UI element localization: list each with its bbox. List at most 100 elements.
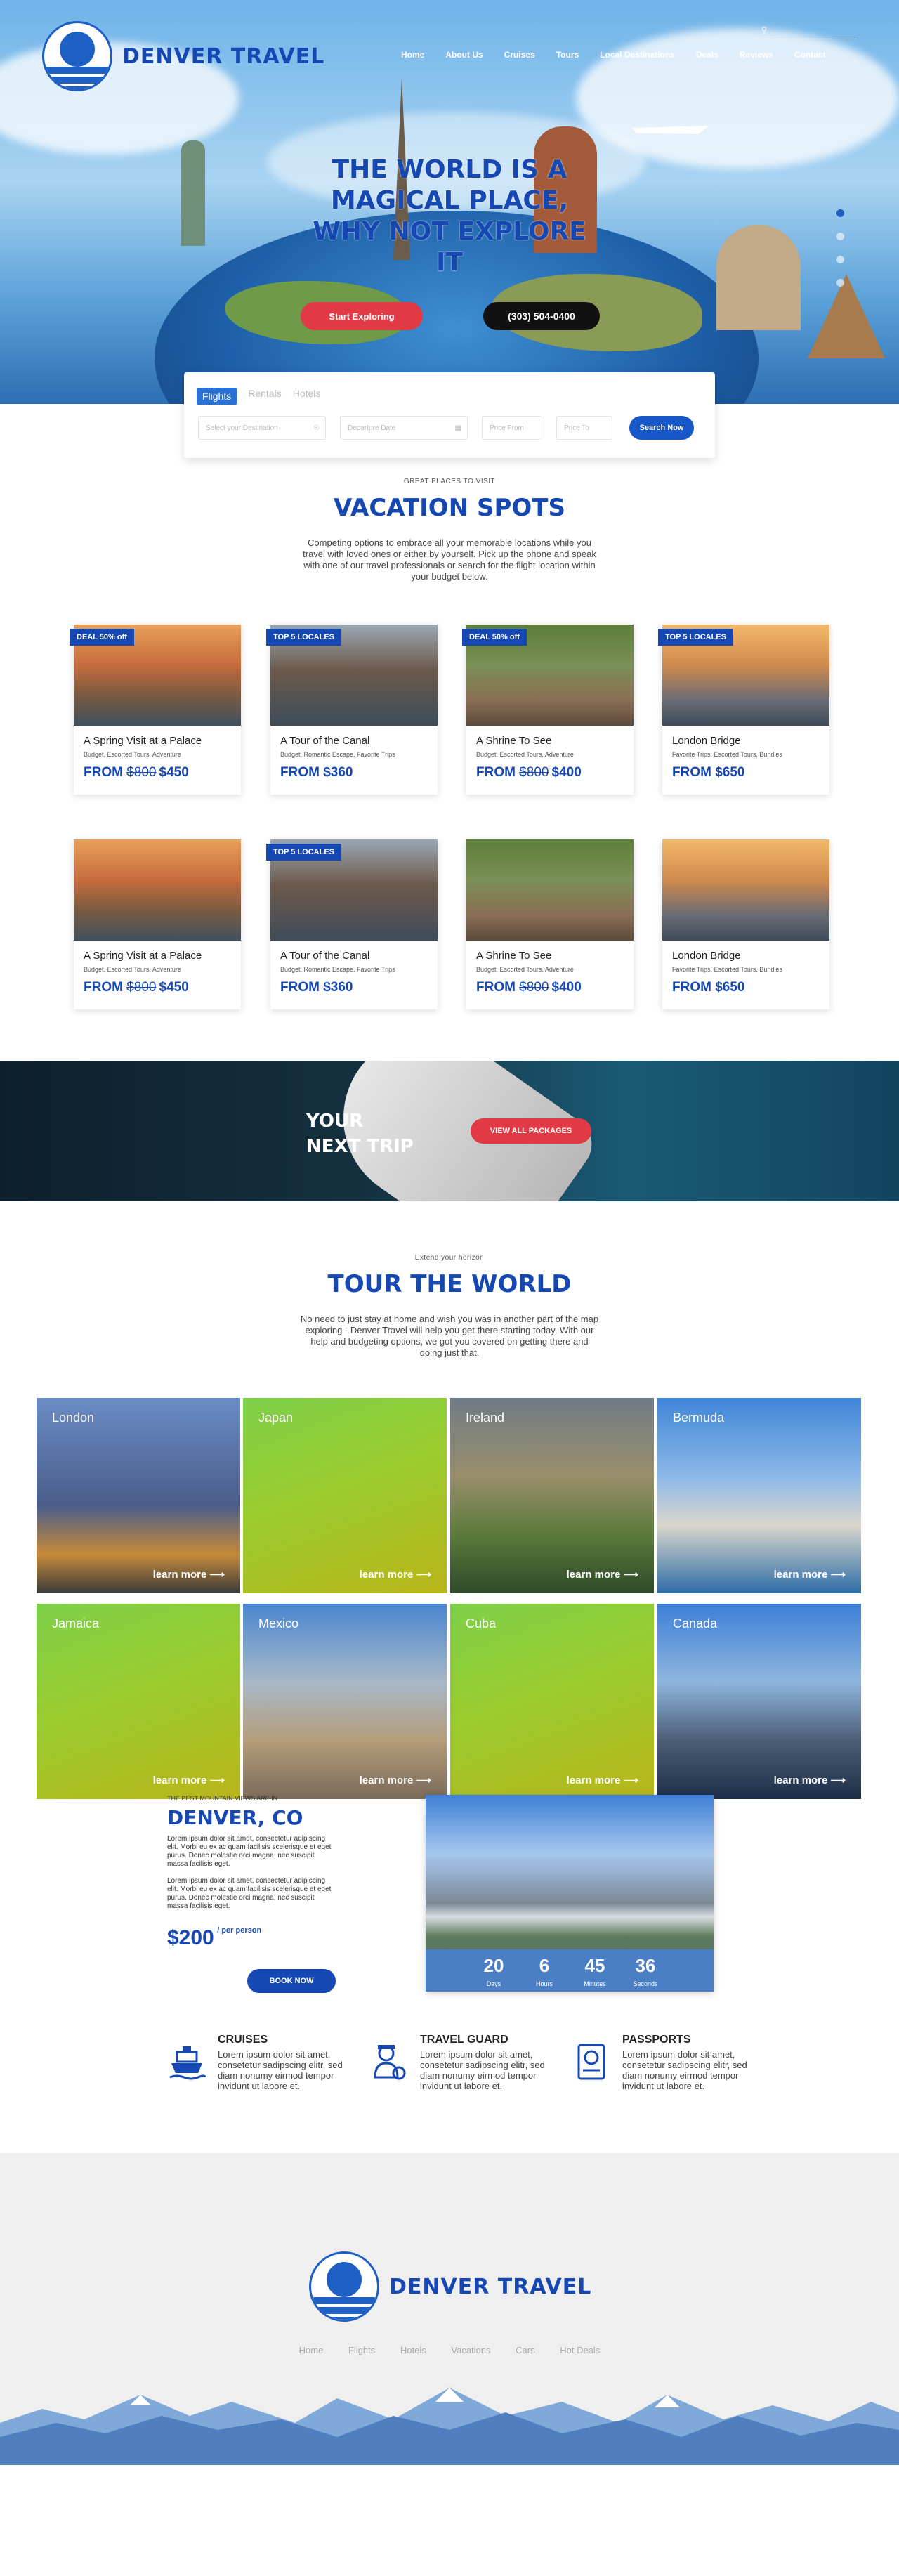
statue-of-liberty-image xyxy=(181,140,205,246)
denver-kicker: THE BEST MOUNTAIN VIEWS ARE IN xyxy=(167,1795,278,1802)
card-title: A Shrine To See xyxy=(476,735,552,747)
vacation-card[interactable]: DEAL 50% off A Shrine To See Budget, Esc… xyxy=(462,625,634,795)
vacation-description: Competing options to embrace all your me… xyxy=(303,537,596,582)
nav-deals[interactable]: Deals xyxy=(685,50,729,60)
footer-link-vacations[interactable]: Vacations xyxy=(451,2345,490,2355)
footer-link-hotels[interactable]: Hotels xyxy=(400,2345,426,2355)
learn-more-link[interactable]: learn more ⟶ xyxy=(360,1774,431,1786)
nav-home[interactable]: Home xyxy=(391,50,435,60)
card-title: London Bridge xyxy=(672,950,741,962)
search-now-button[interactable]: Search Now xyxy=(629,416,694,440)
countdown-days: 20 Days xyxy=(483,1955,504,1987)
view-all-packages-button[interactable]: VIEW ALL PACKAGES xyxy=(471,1118,591,1144)
card-price: FROM $800 $400 xyxy=(476,765,582,780)
top-locales-badge: TOP 5 LOCALES xyxy=(266,629,342,646)
denver-section: THE BEST MOUNTAIN VIEWS ARE IN DENVER, C… xyxy=(0,1795,899,2034)
feature-title: PASSPORTS xyxy=(622,2034,691,2046)
feature-text: Lorem ipsum dolor sit amet, consetetur s… xyxy=(218,2049,343,2091)
denver-paragraph: Lorem ipsum dolor sit amet, consectetur … xyxy=(167,1835,332,1868)
destination-tile[interactable]: Japan learn more ⟶ xyxy=(243,1398,447,1593)
price-to-input[interactable]: Price To xyxy=(556,416,612,440)
destination-input[interactable]: Select your Destination ☉ xyxy=(198,416,326,440)
learn-more-link[interactable]: learn more ⟶ xyxy=(567,1774,638,1786)
vacation-card[interactable]: A Spring Visit at a Palace Budget, Escor… xyxy=(74,839,241,1009)
top-locales-badge: TOP 5 LOCALES xyxy=(266,844,342,861)
nav-tours[interactable]: Tours xyxy=(546,50,589,60)
feature-text: Lorem ipsum dolor sit amet, consetetur s… xyxy=(420,2049,545,2091)
card-price: FROM $360 xyxy=(280,980,353,995)
nav-contact[interactable]: Contact xyxy=(784,50,836,60)
denver-title: DENVER, CO xyxy=(167,1806,303,1829)
learn-more-link[interactable]: learn more ⟶ xyxy=(774,1774,846,1786)
learn-more-link[interactable]: learn more ⟶ xyxy=(153,1568,225,1581)
nav-about[interactable]: About Us xyxy=(435,50,493,60)
destination-tile[interactable]: Mexico learn more ⟶ xyxy=(243,1604,447,1799)
card-price: FROM $800 $450 xyxy=(84,980,189,995)
card-tags: Favorite Trips, Escorted Tours, Bundles xyxy=(672,966,782,973)
card-tags: Favorite Trips, Escorted Tours, Bundles xyxy=(672,751,782,758)
passport-icon xyxy=(572,2042,614,2084)
feature-title: CRUISES xyxy=(218,2034,268,2046)
tab-flights[interactable]: Flights xyxy=(197,388,237,405)
learn-more-link[interactable]: learn more ⟶ xyxy=(774,1568,846,1581)
destination-tile[interactable]: Jamaica learn more ⟶ xyxy=(37,1604,240,1799)
footer-logo[interactable]: DENVER TRAVEL xyxy=(309,2251,591,2322)
next-trip-title: YOUR NEXT TRIP xyxy=(306,1111,414,1157)
destination-tile[interactable]: Ireland learn more ⟶ xyxy=(450,1398,654,1593)
tile-name: Cuba xyxy=(466,1616,497,1630)
price-from-input[interactable]: Price From xyxy=(482,416,542,440)
nav-local-destinations[interactable]: Local Destinations xyxy=(589,50,685,60)
learn-more-link[interactable]: learn more ⟶ xyxy=(153,1774,225,1786)
vacation-card[interactable]: London Bridge Favorite Trips, Escorted T… xyxy=(662,839,829,1009)
phone-button[interactable]: (303) 504-0400 xyxy=(483,302,600,330)
vacation-card[interactable]: TOP 5 LOCALES London Bridge Favorite Tri… xyxy=(658,625,829,795)
slider-dot[interactable] xyxy=(836,279,844,287)
footer-link-flights[interactable]: Flights xyxy=(348,2345,375,2355)
destination-tile[interactable]: Canada learn more ⟶ xyxy=(657,1604,861,1799)
book-now-button[interactable]: BOOK NOW xyxy=(247,1969,336,1993)
brand-logo[interactable]: DENVER TRAVEL xyxy=(42,21,324,91)
footer-link-cars[interactable]: Cars xyxy=(516,2345,534,2355)
vacation-card[interactable]: A Shrine To See Budget, Escorted Tours, … xyxy=(466,839,634,1009)
tile-name: Ireland xyxy=(466,1411,505,1425)
slider-dot[interactable] xyxy=(836,209,844,217)
taj-mahal-image xyxy=(716,225,801,330)
tile-name: Canada xyxy=(673,1616,718,1630)
tab-hotels[interactable]: Hotels xyxy=(293,388,321,405)
vacation-card[interactable]: TOP 5 LOCALES A Tour of the Canal Budget… xyxy=(266,839,438,1009)
destination-tile[interactable]: Cuba learn more ⟶ xyxy=(450,1604,654,1799)
tab-rentals[interactable]: Rentals xyxy=(248,388,281,405)
nav-cruises[interactable]: Cruises xyxy=(494,50,546,60)
countdown-hours: 6 Hours xyxy=(535,1955,553,1987)
top-locales-badge: TOP 5 LOCALES xyxy=(658,629,734,646)
slider-dot[interactable] xyxy=(836,233,844,240)
mountain-range-image xyxy=(0,2388,899,2465)
tour-world-section: Extend your horizon TOUR THE WORLD No ne… xyxy=(0,1201,899,1799)
search-icon: ⚲ xyxy=(761,26,768,34)
top-search-input[interactable]: ⚲ xyxy=(759,25,857,39)
vacation-card[interactable]: DEAL 50% off A Spring Visit at a Palace … xyxy=(70,625,241,795)
card-title: A Spring Visit at a Palace xyxy=(84,735,202,747)
learn-more-link[interactable]: learn more ⟶ xyxy=(567,1568,638,1581)
nav-reviews[interactable]: Reviews xyxy=(729,50,784,60)
hero-section: DENVER TRAVEL ⚲ Home About Us Cruises To… xyxy=(0,0,899,404)
card-price: FROM $650 xyxy=(672,980,745,995)
learn-more-link[interactable]: learn more ⟶ xyxy=(360,1568,431,1581)
tour-description: No need to just stay at home and wish yo… xyxy=(300,1314,599,1358)
start-exploring-button[interactable]: Start Exploring xyxy=(301,302,423,330)
footer-link-home[interactable]: Home xyxy=(299,2345,324,2355)
destination-tile[interactable]: Bermuda learn more ⟶ xyxy=(657,1398,861,1593)
destination-tile[interactable]: London learn more ⟶ xyxy=(37,1398,240,1593)
card-title: London Bridge xyxy=(672,735,741,747)
card-tags: Budget, Escorted Tours, Adventure xyxy=(84,966,181,973)
booking-widget: Flights Rentals Hotels Select your Desti… xyxy=(184,372,715,458)
location-pin-icon: ☉ xyxy=(313,424,320,432)
card-tags: Budget, Romantic Escape, Favorite Trips xyxy=(280,751,395,758)
footer-link-hot-deals[interactable]: Hot Deals xyxy=(560,2345,600,2355)
departure-date-input[interactable]: Departure Date ▦ xyxy=(340,416,468,440)
features-section: CRUISES Lorem ipsum dolor sit amet, cons… xyxy=(0,2034,899,2153)
palace-image xyxy=(74,839,241,941)
vacation-kicker: GREAT PLACES TO VISIT xyxy=(403,478,496,485)
slider-dot[interactable] xyxy=(836,256,844,263)
vacation-card[interactable]: TOP 5 LOCALES A Tour of the Canal Budget… xyxy=(266,625,438,795)
